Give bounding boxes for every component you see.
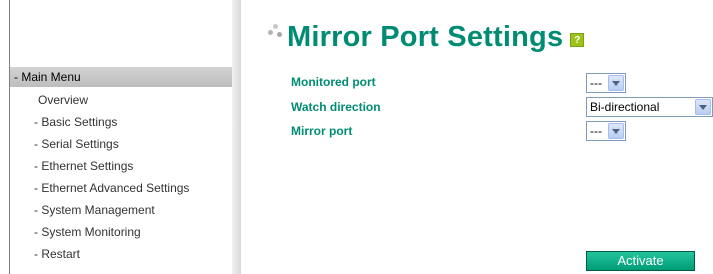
monitored-port-label: Monitored port — [291, 75, 376, 89]
chevron-down-icon[interactable] — [695, 99, 711, 115]
help-icon[interactable]: ? — [570, 33, 585, 47]
chevron-down-icon[interactable] — [608, 75, 624, 91]
monitored-port-value: --- — [590, 76, 602, 90]
activate-button[interactable]: Activate — [586, 251, 695, 271]
menu-item-ethernet-advanced-settings[interactable]: - Ethernet Advanced Settings — [34, 180, 189, 196]
watch-direction-value: Bi-directional — [590, 100, 660, 114]
watch-direction-select[interactable]: Bi-directional — [586, 97, 713, 117]
menu-item-system-management[interactable]: - System Management — [34, 202, 155, 218]
mirror-port-label: Mirror port — [291, 124, 353, 138]
page-title: Mirror Port Settings — [287, 21, 564, 53]
menu-item-ethernet-settings[interactable]: - Ethernet Settings — [34, 158, 133, 174]
menu-item-system-monitoring[interactable]: - System Monitoring — [34, 224, 141, 240]
watch-direction-label: Watch direction — [291, 100, 381, 114]
page-title-row: Mirror Port Settings ? — [268, 21, 585, 53]
menu-item-restart[interactable]: - Restart — [34, 246, 80, 262]
menu-item-overview[interactable]: Overview — [38, 92, 88, 108]
left-nav-frame: - Main Menu Overview - Basic Settings - … — [0, 0, 241, 274]
monitored-port-select[interactable]: --- — [586, 73, 626, 93]
title-dots-icon — [268, 24, 284, 40]
mirror-port-select[interactable]: --- — [586, 121, 626, 141]
chevron-down-icon[interactable] — [608, 123, 624, 139]
menu-item-serial-settings[interactable]: - Serial Settings — [34, 136, 119, 152]
main-menu-header[interactable]: - Main Menu — [10, 67, 232, 87]
nav-shadow — [232, 0, 241, 274]
nav-border-line — [9, 0, 10, 274]
mirror-port-value: --- — [590, 124, 602, 138]
menu-item-basic-settings[interactable]: - Basic Settings — [34, 114, 117, 130]
